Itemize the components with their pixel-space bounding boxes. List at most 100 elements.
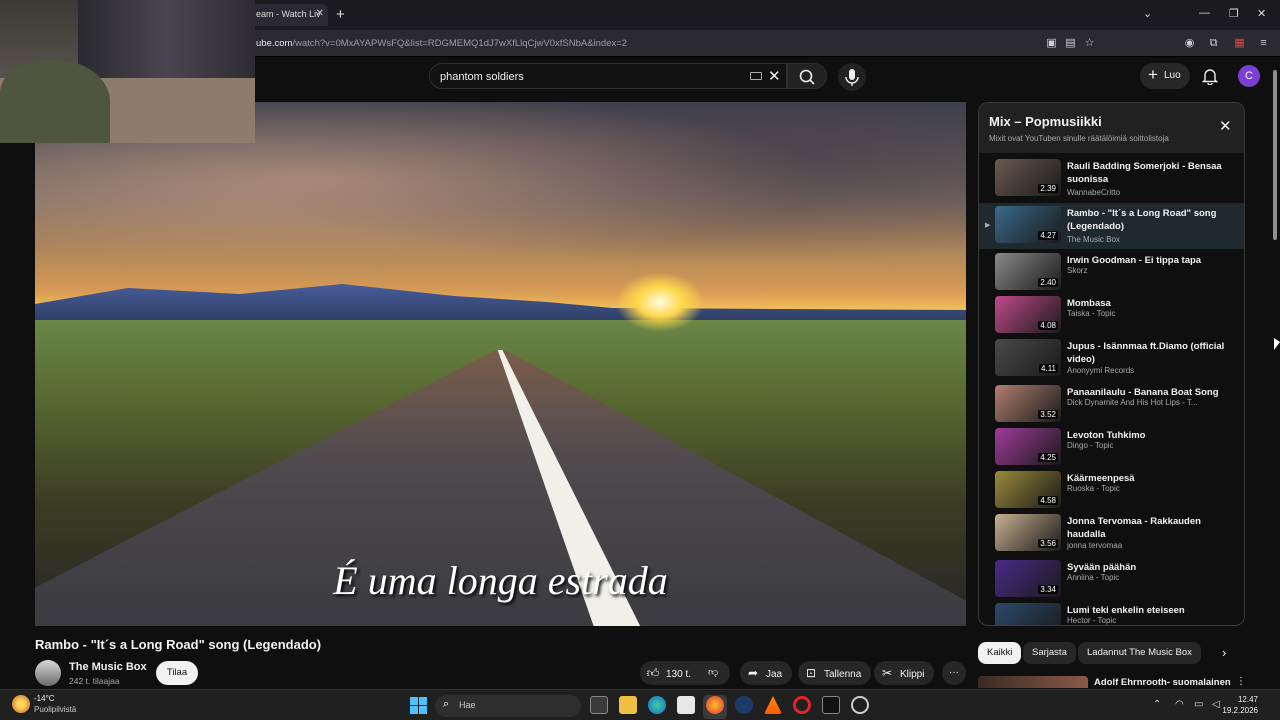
chip-uploaded-by[interactable]: Ladannut The Music Box xyxy=(1078,642,1201,664)
vlc-icon[interactable] xyxy=(764,696,782,714)
playlist-item[interactable]: 4.08 Mombasa Taiska - Topic xyxy=(979,293,1244,339)
screenshot-icon[interactable]: ▣ xyxy=(1045,37,1058,49)
video-player[interactable]: É uma longa estrada xyxy=(35,102,966,626)
duration-badge: 4.58 xyxy=(1038,496,1058,505)
more-actions-button[interactable]: ··· xyxy=(942,661,966,685)
clear-search-icon[interactable]: ✕ xyxy=(768,67,781,85)
store-icon[interactable] xyxy=(677,696,695,714)
playlist-item[interactable]: 4.11 Jupus - Isännmaa ft.Diamo (official … xyxy=(979,336,1244,382)
like-dislike-group: 👍︎ 130 t. 👎︎ xyxy=(640,661,730,685)
playlist-item[interactable]: 2.39 Rauli Badding Somerjoki - Bensaa suo… xyxy=(979,156,1244,202)
video-thumbnail: 4.27 xyxy=(995,206,1061,243)
extension-badge-icon[interactable]: ▦ xyxy=(1233,37,1246,49)
page-scrollbar[interactable] xyxy=(1270,57,1280,689)
playlist-item-title: Rambo - "It´s a Long Road" song (Legenda… xyxy=(1067,208,1217,232)
windows-start-icon[interactable] xyxy=(410,697,427,714)
duration-badge: 3.52 xyxy=(1038,410,1058,419)
tray-chevron-icon[interactable]: ⌃ xyxy=(1153,699,1161,710)
recommendation-item[interactable]: Adolf Ehrnrooth- suomalainen ⋮ xyxy=(978,676,1246,688)
minimize-icon[interactable]: — xyxy=(1199,7,1210,19)
playlist-item-channel: Dick Dynamite And His Hot Lips - T... xyxy=(1067,398,1198,407)
playlist-item[interactable]: 3.34 Syvään päähän Anniina - Topic xyxy=(979,557,1244,603)
edge-icon[interactable] xyxy=(648,696,666,714)
notifications-bell-icon[interactable] xyxy=(1202,68,1218,85)
menu-icon[interactable]: ≡ xyxy=(1257,37,1270,49)
weather-icon[interactable] xyxy=(12,695,30,713)
playlist-item-channel: WannabeCritto xyxy=(1067,188,1121,197)
file-explorer-icon[interactable] xyxy=(619,696,637,714)
mouse-cursor-icon xyxy=(1274,338,1280,350)
display-icon[interactable]: ▭ xyxy=(1194,699,1203,710)
user-avatar[interactable]: C xyxy=(1238,65,1260,87)
wifi-icon[interactable]: ◠ xyxy=(1175,699,1184,710)
steam-icon[interactable] xyxy=(735,696,753,714)
playlist-item[interactable]: 3.28Lumi teki enkelin eteiseenHector - T… xyxy=(979,600,1244,625)
channel-avatar[interactable] xyxy=(35,660,61,686)
more-horizontal-icon: ··· xyxy=(949,667,959,678)
keyboard-icon[interactable] xyxy=(750,72,762,80)
playlist-item-channel: Taiska - Topic xyxy=(1067,309,1116,318)
system-clock[interactable]: 12.47 19.2.2026 xyxy=(1218,694,1258,716)
playlist-item-channel: Anniina - Topic xyxy=(1067,573,1120,582)
search-icon xyxy=(799,69,815,85)
bookmark-star-icon[interactable]: ☆ xyxy=(1083,37,1096,49)
webcam-background xyxy=(78,0,255,80)
create-button[interactable]: + Luo xyxy=(1140,63,1190,89)
voice-search-button[interactable] xyxy=(838,63,866,91)
video-thumbnail: 3.56 xyxy=(995,514,1061,551)
video-thumbnail: 4.58 xyxy=(995,471,1061,508)
account-icon[interactable]: ◉ xyxy=(1183,37,1196,49)
task-view-icon[interactable] xyxy=(590,696,608,714)
terminal-icon[interactable] xyxy=(822,696,840,714)
video-thumbnail: 4.08 xyxy=(995,296,1061,333)
taskbar-search-placeholder: Hae xyxy=(459,700,476,710)
tab-title: eam - Watch Liv xyxy=(256,9,321,19)
chip-all[interactable]: Kaikki xyxy=(978,642,1022,664)
more-vertical-icon[interactable]: ⋮ xyxy=(1236,676,1246,687)
playlist-item[interactable]: 4.25 Levoton Tuhkimo Dingo - Topic xyxy=(979,425,1244,471)
close-playlist-icon[interactable]: ✕ xyxy=(1219,117,1232,135)
playlist-item[interactable]: 3.56 Jonna Tervomaa - Rakkauden haudalla j… xyxy=(979,511,1244,557)
playlist-header: Mix – Popmusiikki Mixit ovat YouTuben si… xyxy=(979,103,1244,153)
recommendation-title: Adolf Ehrnrooth- suomalainen xyxy=(1094,677,1231,688)
reader-icon[interactable]: ▤ xyxy=(1064,37,1077,49)
dislike-button[interactable]: 👎︎ xyxy=(708,661,718,685)
tab-list-chevron-icon[interactable]: ⌄ xyxy=(1143,7,1152,20)
search-input[interactable]: phantom soldiers xyxy=(440,71,524,83)
clip-button[interactable]: ✂ Klippi xyxy=(874,661,935,685)
taskbar-search[interactable]: ⌕ Hae xyxy=(435,695,581,717)
chip-series[interactable]: Sarjasta xyxy=(1023,642,1076,664)
thumbs-down-icon: 👎︎ xyxy=(708,667,719,678)
scrollbar-thumb[interactable] xyxy=(1273,70,1277,240)
temperature: -14°C xyxy=(34,694,55,703)
url-text[interactable]: ube.com/watch?v=0MxAYAPWsFQ&list=RDGMEMQ… xyxy=(256,38,627,49)
extensions-icon[interactable]: ⧉ xyxy=(1207,37,1220,49)
duration-badge: 4.25 xyxy=(1038,453,1058,462)
duration-badge: 4.11 xyxy=(1039,364,1058,373)
playlist-title: Mix – Popmusiikki xyxy=(989,114,1102,129)
playlist-item[interactable]: 4.58 Käärmeenpesä Ruoska - Topic xyxy=(979,468,1244,514)
save-button[interactable]: ⊡ Tallenna xyxy=(798,661,872,685)
video-thumbnail: 3.52 xyxy=(995,385,1061,422)
chevron-right-icon[interactable]: › xyxy=(1222,645,1226,660)
like-button[interactable]: 👍︎ 130 t. xyxy=(640,666,691,680)
playlist-item[interactable]: ▶ 4.27 Rambo - "It´s a Long Road" song (Le… xyxy=(979,203,1244,249)
close-window-icon[interactable]: ✕ xyxy=(1257,7,1266,20)
duration-badge: 3.34 xyxy=(1038,585,1058,594)
share-button[interactable]: ➦ Jaa xyxy=(740,661,793,685)
playlist-item-channel: The Music Box xyxy=(1067,235,1120,244)
firefox-icon[interactable] xyxy=(706,696,724,714)
maximize-icon[interactable]: ❐ xyxy=(1229,7,1239,20)
playlist-item[interactable]: 2.40 Irwin Goodman - Ei tippa tapa Skorz xyxy=(979,250,1244,296)
tab-close-icon[interactable]: ✕ xyxy=(316,8,324,19)
obs-icon[interactable] xyxy=(851,696,869,714)
subscribe-button[interactable]: Tilaa xyxy=(156,661,198,685)
browser-tab[interactable]: eam - Watch Liv ✕ xyxy=(250,4,328,26)
search-button[interactable] xyxy=(787,63,827,89)
search-box[interactable]: phantom soldiers ✕ xyxy=(429,63,787,89)
playlist-item[interactable]: 3.52 Panaanilaulu - Banana Boat Song Dick … xyxy=(979,382,1244,428)
opera-icon[interactable] xyxy=(793,696,811,714)
video-thumbnail: 2.39 xyxy=(995,159,1061,196)
channel-name[interactable]: The Music Box xyxy=(69,661,147,673)
new-tab-icon[interactable]: + xyxy=(336,6,345,23)
